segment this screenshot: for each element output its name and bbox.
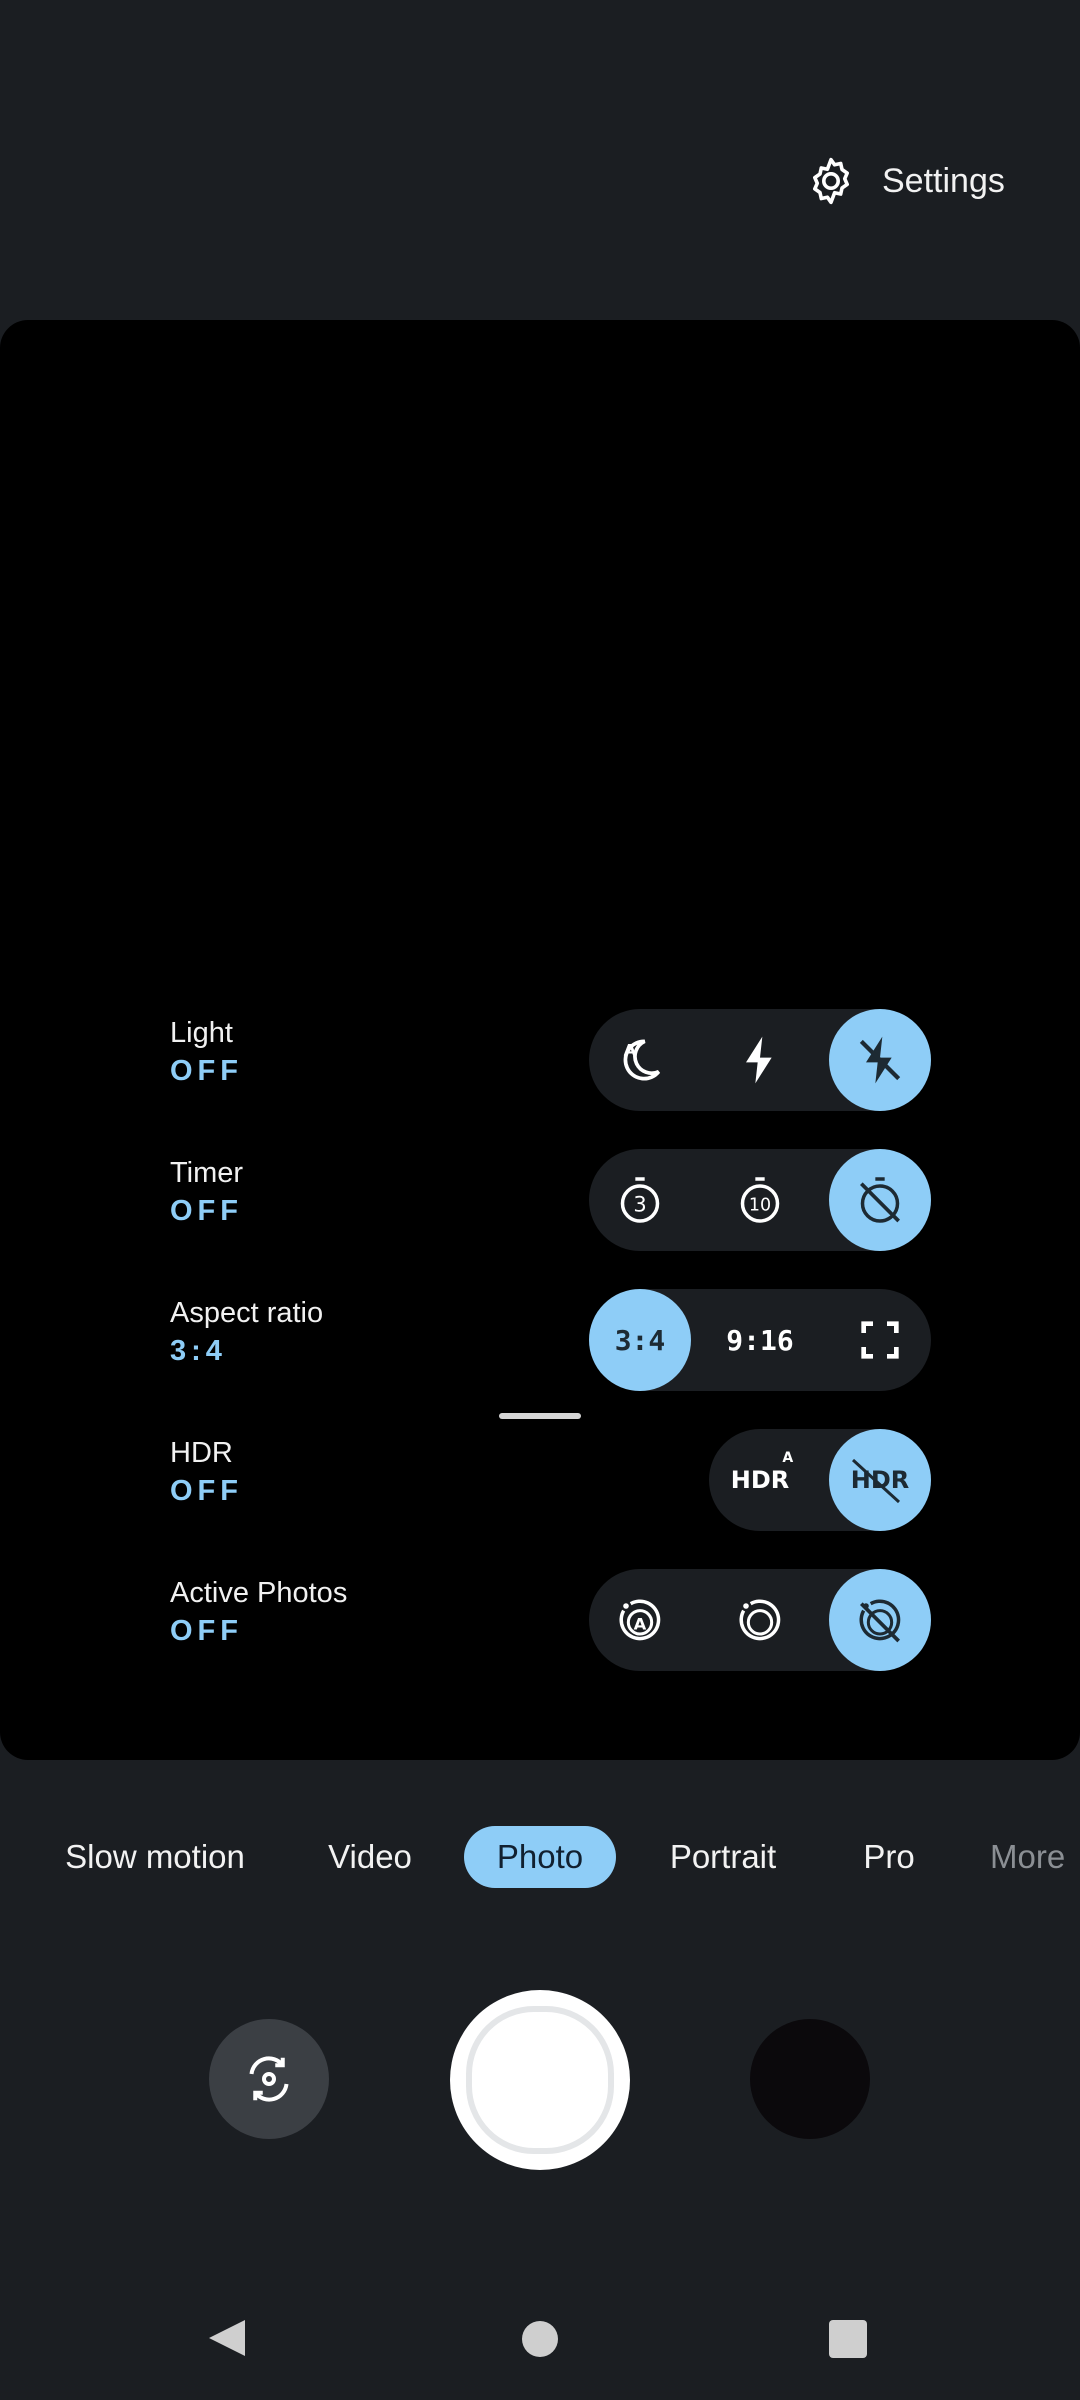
active-photos-off-icon <box>859 1599 901 1643</box>
shutter-button[interactable] <box>450 1990 630 2170</box>
hdr-title: HDR <box>170 1437 233 1469</box>
aspect-value: 3:4 <box>170 1335 227 1367</box>
light-night-auto-button[interactable]: A <box>589 1009 691 1111</box>
camera-screen: Settings Light OFF A Timer OFF 3 10 Aspe… <box>0 0 1080 2400</box>
mode-carousel: Slow motion Video Photo Portrait Pro Mor… <box>0 1826 1080 1894</box>
shutter-inner-ring <box>466 2006 614 2154</box>
svg-text:A: A <box>624 1040 637 1059</box>
switch-camera-icon <box>249 2056 289 2102</box>
option-row-hdr: HDR OFF HDR A HDR <box>0 1429 1080 1539</box>
active-photos-on-icon <box>739 1599 781 1641</box>
settings-label: Settings <box>882 161 1005 200</box>
flash-off-icon <box>859 1036 901 1084</box>
active-photos-off-button[interactable] <box>829 1569 931 1671</box>
hdr-pill: HDR A HDR <box>709 1429 931 1531</box>
svg-text:A: A <box>634 1614 647 1633</box>
nav-recents-icon[interactable] <box>829 2320 867 2358</box>
mode-video[interactable]: Video <box>310 1826 430 1888</box>
option-row-active-photos: Active Photos OFF A <box>0 1569 1080 1679</box>
mode-portrait[interactable]: Portrait <box>664 1826 782 1888</box>
night-auto-icon: A <box>623 1039 661 1081</box>
aspect-pill: 3:4 9:16 <box>589 1289 931 1391</box>
aspect-3-4-button[interactable]: 3:4 <box>589 1289 691 1391</box>
hdr-auto-button[interactable]: HDR A <box>709 1429 811 1531</box>
fullscreen-icon <box>861 1321 899 1359</box>
svg-text:3: 3 <box>633 1193 646 1217</box>
hdr-auto-icon: HDR A <box>730 1450 794 1494</box>
active-photos-value: OFF <box>170 1615 243 1647</box>
option-row-light: Light OFF A <box>0 1009 1080 1119</box>
hdr-auto-label: HDR <box>730 1466 790 1494</box>
option-row-aspect-ratio: Aspect ratio 3:4 3:4 9:16 <box>0 1289 1080 1399</box>
aspect-9-16-label: 9:16 <box>726 1323 794 1357</box>
active-photos-title: Active Photos <box>170 1577 348 1609</box>
timer-off-button[interactable] <box>829 1149 931 1251</box>
light-pill: A <box>589 1009 931 1111</box>
nav-back-icon[interactable] <box>205 2316 249 2360</box>
mode-more[interactable]: More <box>990 1826 1070 1888</box>
nav-home-icon[interactable] <box>522 2321 558 2357</box>
panel-drag-handle[interactable] <box>499 1413 581 1419</box>
timer-title: Timer <box>170 1157 244 1189</box>
settings-button[interactable]: Settings <box>796 148 1013 214</box>
mode-photo[interactable]: Photo <box>464 1826 616 1888</box>
timer-10-button[interactable]: 10 <box>709 1149 811 1251</box>
light-flash-off-button[interactable] <box>829 1009 931 1111</box>
active-photos-auto-button[interactable]: A <box>589 1569 691 1671</box>
timer-off-icon <box>860 1177 900 1223</box>
active-photos-auto-icon: A <box>619 1599 661 1641</box>
timer-3-button[interactable]: 3 <box>589 1149 691 1251</box>
mode-pro[interactable]: Pro <box>854 1826 924 1888</box>
switch-camera-button[interactable] <box>209 2019 329 2139</box>
svg-text:10: 10 <box>749 1196 771 1216</box>
timer-3-icon: 3 <box>620 1177 660 1223</box>
hdr-off-icon: HDR <box>851 1458 909 1504</box>
hdr-value: OFF <box>170 1475 243 1507</box>
light-title: Light <box>170 1017 233 1049</box>
aspect-fullscreen-button[interactable] <box>829 1289 931 1391</box>
hdr-auto-badge: A <box>782 1450 794 1466</box>
timer-pill: 3 10 <box>589 1149 931 1251</box>
hdr-strike-icon <box>851 1458 900 1504</box>
hdr-off-button[interactable]: HDR <box>829 1429 931 1531</box>
aspect-9-16-button[interactable]: 9:16 <box>709 1289 811 1391</box>
active-photos-pill: A <box>589 1569 931 1671</box>
active-photos-on-button[interactable] <box>709 1569 811 1671</box>
option-row-timer: Timer OFF 3 10 <box>0 1149 1080 1259</box>
timer-10-icon: 10 <box>740 1177 780 1223</box>
mode-slow-motion[interactable]: Slow motion <box>60 1826 250 1888</box>
gear-icon <box>813 157 849 205</box>
light-value: OFF <box>170 1055 243 1087</box>
aspect-3-4-label: 3:4 <box>614 1323 666 1357</box>
light-flash-on-button[interactable] <box>709 1009 811 1111</box>
flash-on-icon <box>746 1036 772 1084</box>
timer-value: OFF <box>170 1195 243 1227</box>
aspect-title: Aspect ratio <box>170 1297 324 1329</box>
gallery-thumbnail[interactable] <box>750 2019 870 2139</box>
